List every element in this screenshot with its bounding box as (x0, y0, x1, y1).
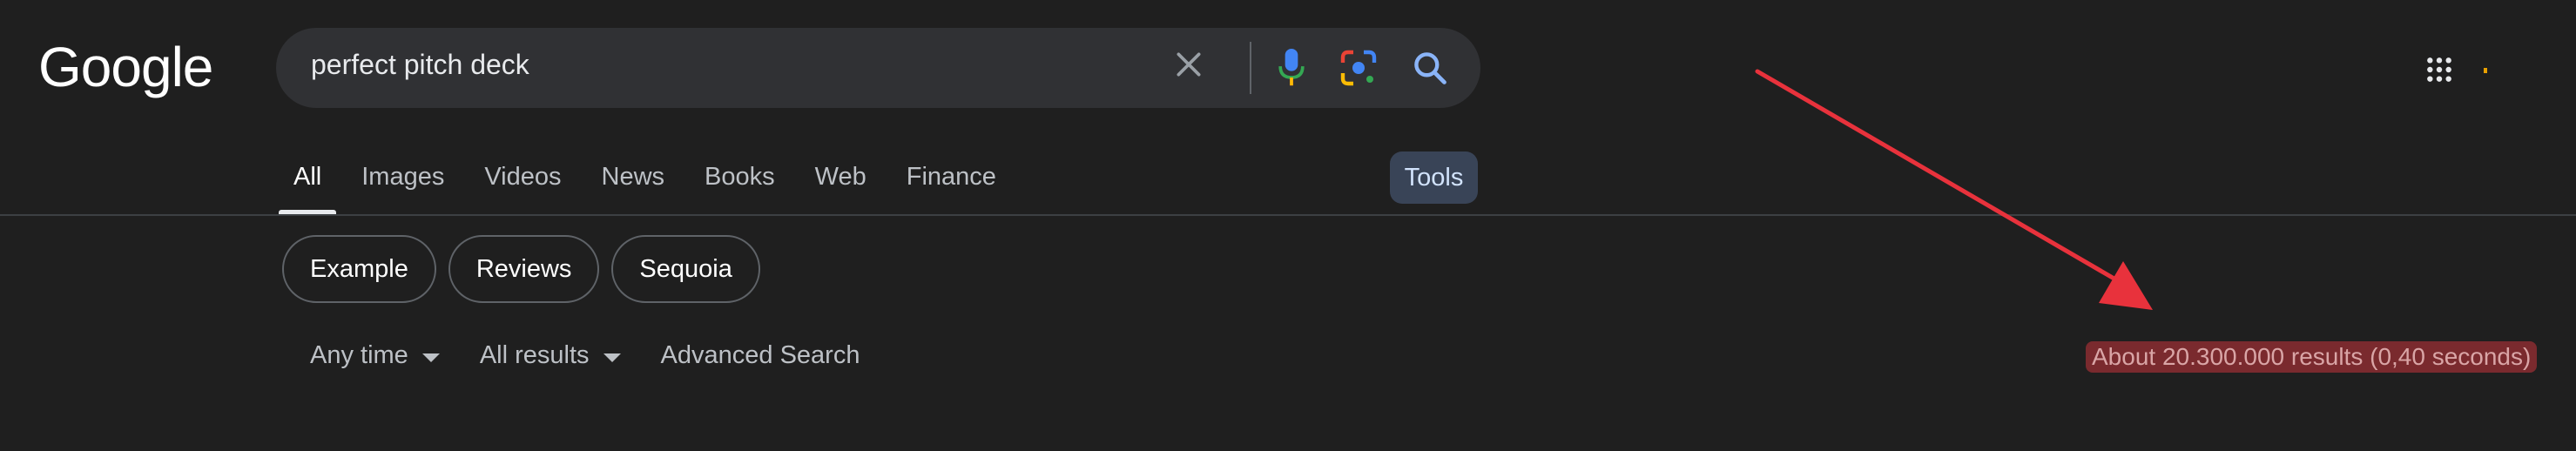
lens-icon[interactable] (1338, 47, 1379, 89)
tab-images[interactable]: Images (361, 162, 444, 214)
tab-books[interactable]: Books (705, 162, 775, 214)
apps-icon[interactable] (2425, 56, 2453, 84)
chip-example[interactable]: Example (282, 235, 436, 303)
tab-web[interactable]: Web (815, 162, 867, 214)
caret-down-icon (421, 353, 440, 362)
tab-finance[interactable]: Finance (907, 162, 996, 214)
results-filter[interactable]: All results (480, 341, 621, 370)
tab-news[interactable]: News (602, 162, 665, 214)
google-results-page: Google perfect pitch deck All Images Vid… (0, 0, 2576, 451)
results-filter-label: All results (479, 341, 590, 369)
search-tabs: All Images Videos News Books Web Finance (278, 162, 1036, 214)
advanced-search-label: Advanced Search (660, 341, 860, 369)
chip-sequoia[interactable]: Sequoia (611, 235, 760, 303)
google-logo[interactable]: Google (38, 35, 213, 99)
result-stats: About 20.300.000 results (0,40 seconds) (2086, 341, 2538, 373)
refinement-chips: Example Reviews Sequoia (282, 235, 760, 303)
chip-reviews[interactable]: Reviews (448, 235, 600, 303)
search-icon[interactable] (1411, 49, 1449, 87)
tools-button[interactable]: Tools (1390, 151, 1478, 204)
tab-videos[interactable]: Videos (484, 162, 561, 214)
mic-icon[interactable] (1272, 45, 1311, 91)
time-filter-label: Any time (310, 341, 408, 369)
tab-all[interactable]: All (278, 162, 337, 214)
search-filters: Any time All results Advanced Search (310, 341, 900, 370)
search-input[interactable]: perfect pitch deck (311, 49, 529, 81)
time-filter[interactable]: Any time (310, 341, 440, 370)
advanced-search-link[interactable]: Advanced Search (661, 341, 860, 370)
account-avatar[interactable] (2484, 68, 2487, 73)
clear-icon[interactable] (1171, 47, 1206, 82)
caret-down-icon (603, 353, 621, 362)
tabs-divider (0, 214, 2576, 216)
search-divider (1250, 42, 1251, 94)
